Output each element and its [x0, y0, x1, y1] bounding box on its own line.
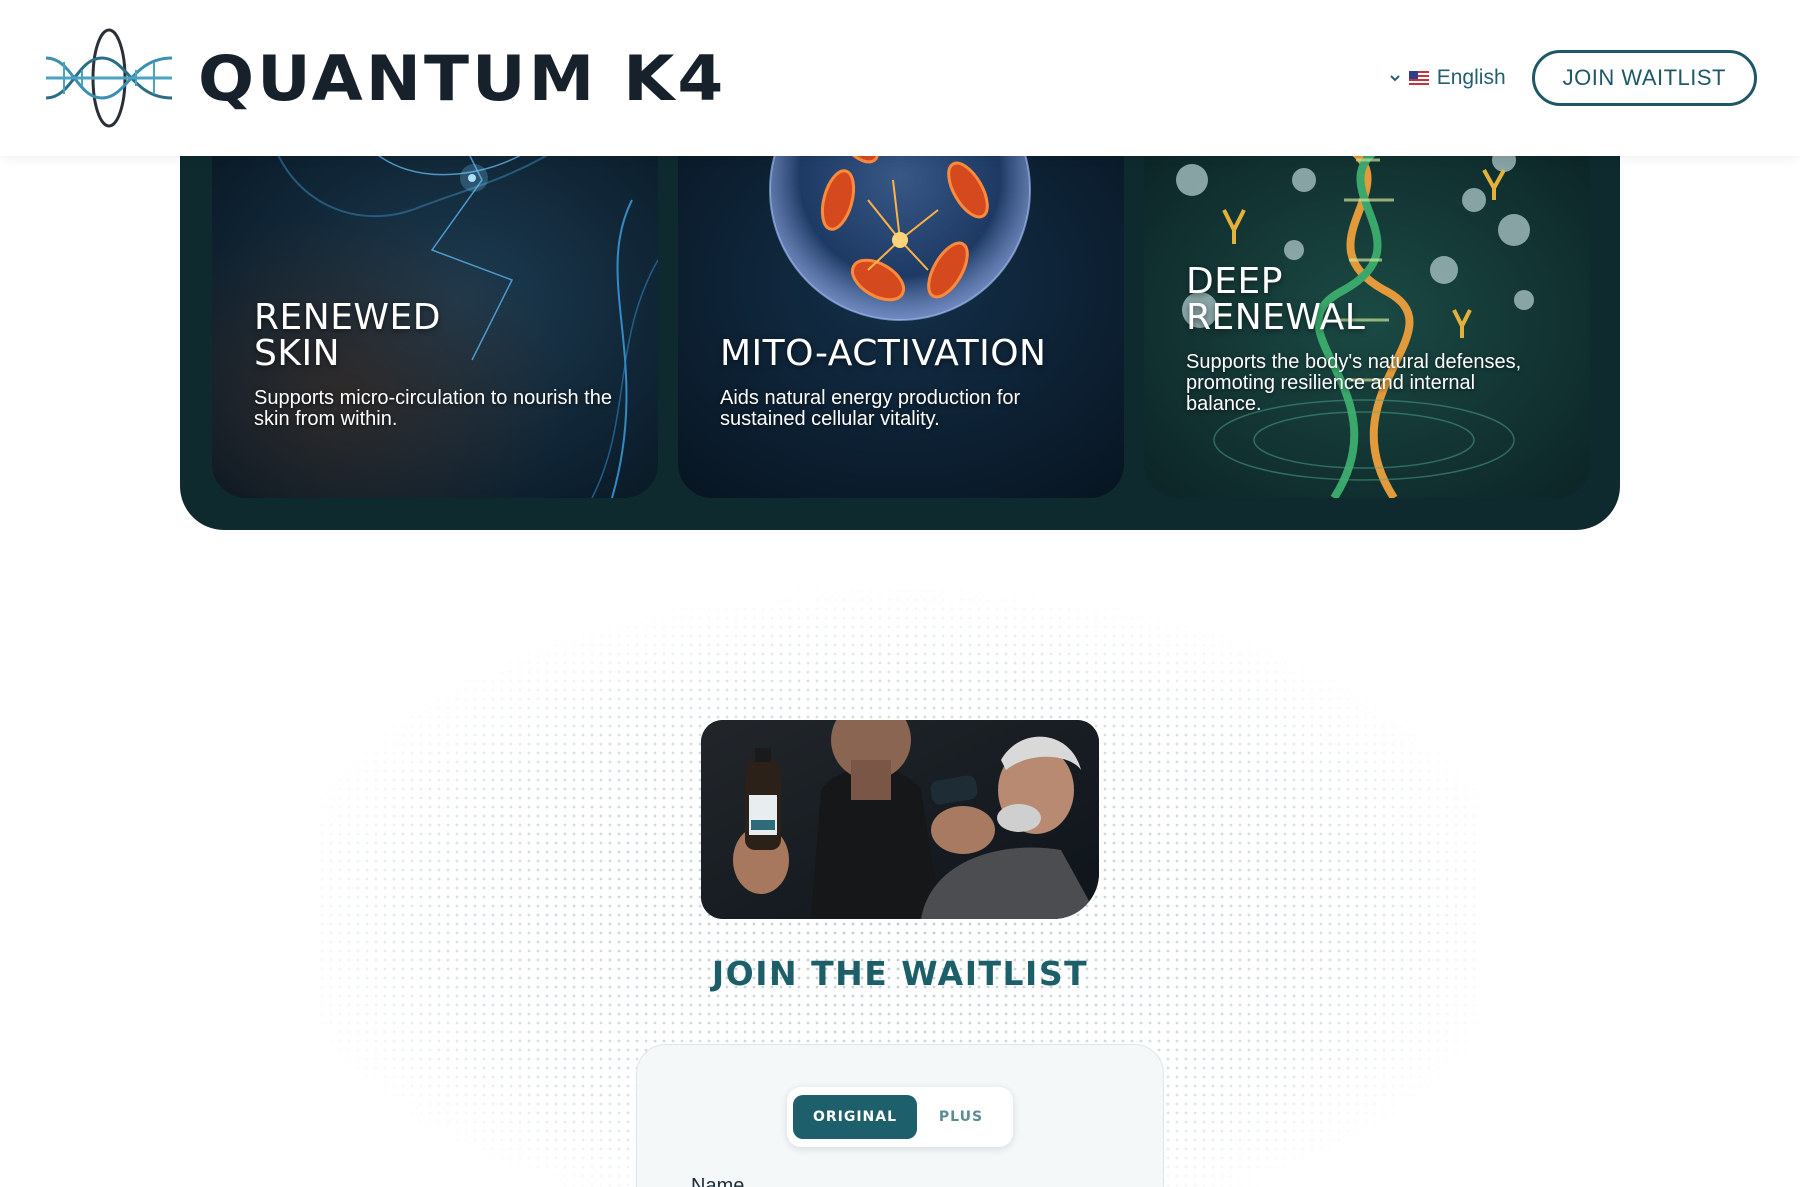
feature-description: Supports the body's natural defenses, pr… [1186, 351, 1522, 415]
waitlist-form-card: ORIGINAL PLUS Name [636, 1044, 1164, 1187]
brand[interactable]: QUANTUM K4 [42, 28, 726, 128]
name-field-label: Name [691, 1175, 745, 1187]
dna-atom-logo-icon [45, 28, 173, 128]
mitochondria-sphere-image [678, 140, 1124, 498]
language-selector[interactable]: English [1389, 66, 1506, 90]
feature-title: DEEP RENEWAL [1186, 261, 1366, 338]
waitlist-title: JOIN THE WAITLIST [711, 954, 1089, 993]
feature-text: MITO-ACTIVATION Aids natural energy prod… [720, 336, 1088, 430]
feature-card-renewed-skin: RENEWED SKIN Supports micro-circulation … [212, 140, 658, 498]
brand-name: QUANTUM K4 [198, 41, 727, 115]
feature-text: RENEWED SKIN Supports micro-circulation … [254, 300, 622, 430]
toggle-option-original[interactable]: ORIGINAL [793, 1095, 917, 1139]
product-variant-toggle: ORIGINAL PLUS [787, 1087, 1013, 1147]
feature-text: DEEP RENEWAL Supports the body's natural… [1186, 264, 1554, 415]
site-header: QUANTUM K4 English JOIN WAITLIST [0, 0, 1800, 156]
feature-description: Supports micro-circulation to nourish th… [254, 387, 612, 430]
language-label: English [1436, 66, 1506, 89]
us-flag-icon [1408, 71, 1429, 85]
feature-card-mito-activation: MITO-ACTIVATION Aids natural energy prod… [678, 140, 1124, 498]
feature-title: MITO-ACTIVATION [720, 333, 1047, 374]
feature-title: RENEWED SKIN [254, 297, 441, 374]
chevron-down-icon [1390, 75, 1400, 82]
features-panel: RENEWED SKIN Supports micro-circulation … [180, 100, 1620, 530]
feature-description: Aids natural energy production for susta… [720, 387, 1021, 430]
product-hero-image [701, 720, 1099, 919]
toggle-option-plus[interactable]: PLUS [917, 1095, 1005, 1139]
product-bottle-men-image [701, 720, 1099, 919]
feature-card-deep-renewal: DEEP RENEWAL Supports the body's natural… [1144, 140, 1590, 498]
join-waitlist-button[interactable]: JOIN WAITLIST [1531, 50, 1757, 106]
